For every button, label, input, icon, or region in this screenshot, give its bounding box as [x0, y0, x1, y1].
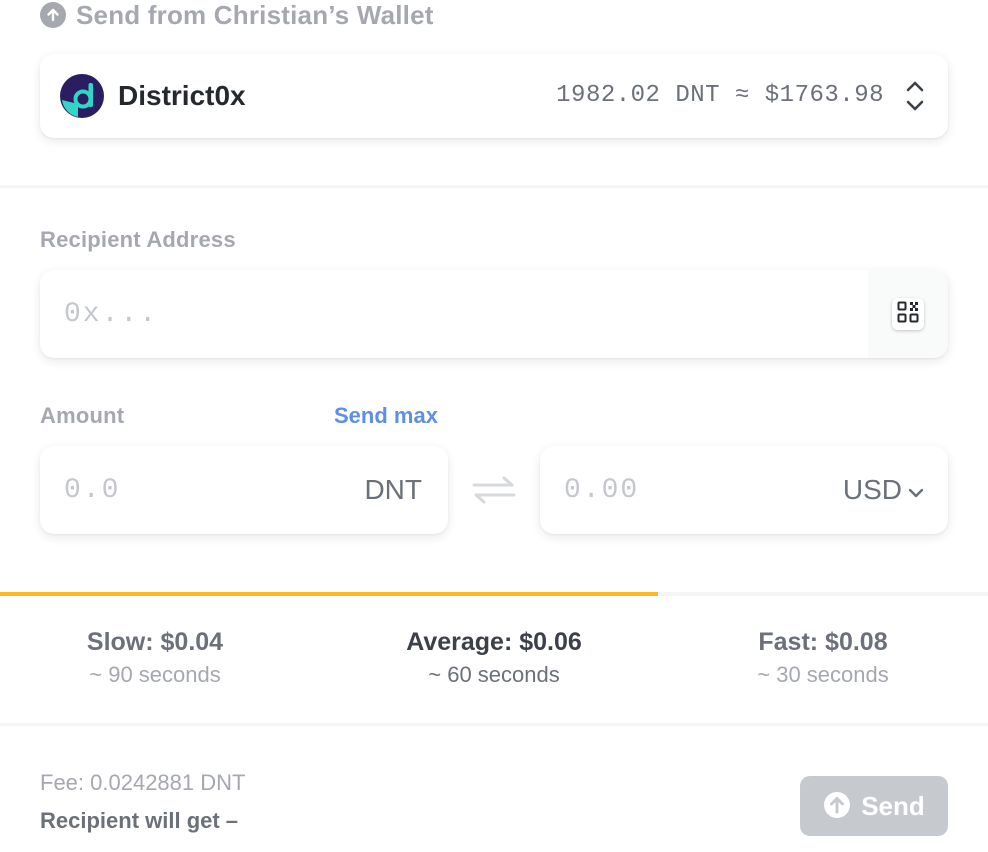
gas-option-fast[interactable]: Fast: $0.08 ~ 30 seconds: [673, 624, 973, 690]
recipient-gets-text: Recipient will get –: [40, 808, 239, 833]
gas-option-price: Fast: $0.08: [758, 628, 888, 656]
arrow-up-circle-icon: [823, 791, 851, 822]
recipient-field: [40, 270, 948, 358]
section-divider: [0, 723, 988, 726]
chevron-down-icon: [908, 470, 924, 510]
qr-code-button[interactable]: [892, 298, 924, 330]
chevron-up-down-icon[interactable]: [904, 78, 926, 114]
token-balance: 1982.02 DNT ≈ $1763.98: [556, 82, 884, 109]
gas-option-slow[interactable]: Slow: $0.04 ~ 90 seconds: [5, 624, 305, 690]
token-amount-input[interactable]: [40, 446, 320, 534]
currency-select[interactable]: USD: [843, 470, 924, 510]
swap-arrows-icon[interactable]: [472, 474, 516, 506]
token-selector[interactable]: District0x 1982.02 DNT ≈ $1763.98: [40, 54, 948, 138]
qr-code-icon: [897, 301, 919, 328]
arrow-up-circle-icon: [40, 2, 66, 28]
token-amount-field: DNT: [40, 446, 448, 534]
currency-label: USD: [842, 474, 902, 505]
gas-option-price: Average: $0.06: [406, 628, 582, 656]
recipient-address-input[interactable]: [40, 270, 868, 358]
gas-option-time: ~ 30 seconds: [757, 662, 889, 687]
fee-text: Fee: 0.0242881 DNT: [40, 770, 246, 795]
fiat-amount-field: USD: [540, 446, 948, 534]
token-name: District0x: [118, 80, 246, 111]
recipient-label: Recipient Address: [40, 227, 236, 252]
amount-label: Amount: [40, 403, 125, 428]
qr-scan-zone: [868, 270, 948, 358]
page-title: Send from Christian’s Wallet: [76, 0, 434, 30]
gas-option-time: ~ 90 seconds: [89, 662, 221, 687]
send-button-label: Send: [861, 790, 925, 821]
gas-speed-track[interactable]: [0, 592, 988, 596]
token-unit: DNT: [364, 474, 422, 505]
send-max-link[interactable]: Send max: [334, 403, 438, 429]
gas-option-price: Slow: $0.04: [86, 628, 224, 656]
gas-option-time: ~ 60 seconds: [428, 662, 560, 687]
gas-speed-progress: [0, 592, 658, 596]
district0x-logo: [60, 74, 104, 118]
fiat-amount-input[interactable]: [540, 446, 820, 534]
section-divider: [0, 185, 988, 188]
send-header: Send from Christian’s Wallet: [40, 0, 434, 30]
send-button[interactable]: Send: [800, 776, 948, 836]
gas-option-average[interactable]: Average: $0.06 ~ 60 seconds: [344, 624, 644, 690]
